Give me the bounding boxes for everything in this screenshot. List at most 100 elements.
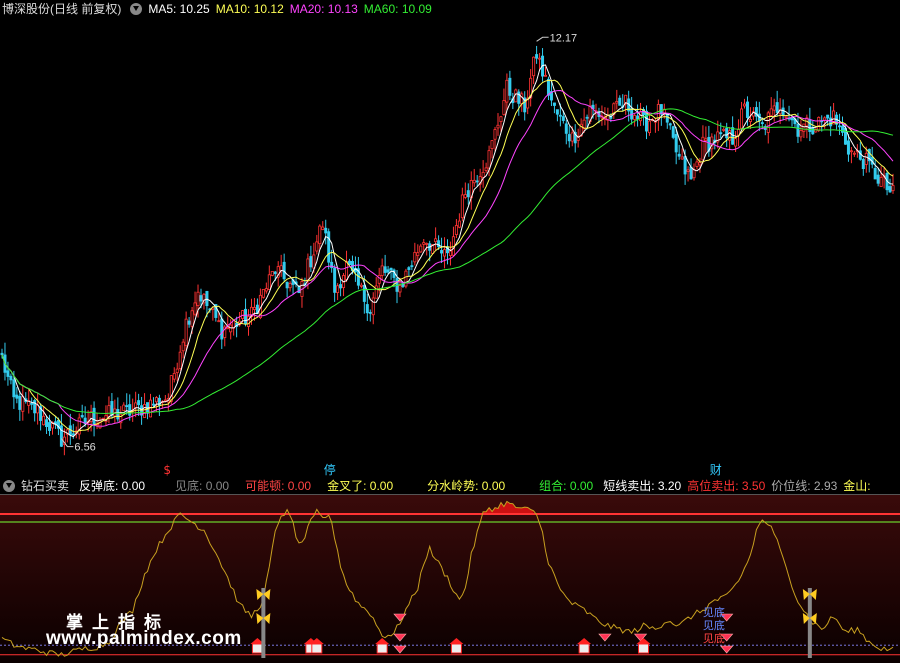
chevron-down-icon[interactable] [130,2,143,15]
candle-body [330,261,334,269]
candle-body [852,152,856,155]
indicator-item-6: 短线卖出: 3.20 [603,479,682,493]
candle-body [674,134,678,153]
candle-body [796,123,800,137]
candle-body [190,310,194,327]
indicator-title: 钻石买卖 [21,479,70,493]
candle-body [273,271,277,275]
candle-body [728,130,732,141]
candle-body [6,370,10,377]
candle-body [371,297,375,316]
candle-body [288,283,292,289]
candle-body [544,74,548,77]
candle-body [532,56,536,77]
ma5-label: MA5: 10.25 [148,1,210,16]
candle-body [187,320,191,325]
price-chart[interactable]: 12.17 6.56 $ 停 财 [0,17,900,477]
candle-body [42,415,46,426]
candle-body [128,404,132,416]
candle-body [677,153,681,157]
candle-body [229,324,233,333]
candle-body [184,318,188,347]
candle-body [879,177,883,187]
candle-body [499,116,503,123]
candle-body [743,103,747,107]
candle-body [475,180,479,183]
candle-body [841,125,845,133]
candle-body [689,166,693,180]
candle-body [71,433,75,436]
indicator-item-1: 见底: 0.00 [175,479,230,493]
chevron-down-icon[interactable] [3,479,15,492]
candle-body [784,115,788,118]
candle-body [92,407,96,425]
candle-body [419,245,423,253]
candle-body [163,399,167,402]
candle-body [175,368,179,374]
candle-body [546,78,550,96]
candle-body [766,112,770,133]
candle-body [297,286,301,294]
candle-body [98,419,102,429]
candle-body [407,267,411,270]
candle-body [876,174,880,184]
candle-body [644,110,648,132]
ma20-label: MA20: 10.13 [289,1,358,16]
candle-body [143,404,147,418]
candle-body [615,101,619,104]
candle-body [490,140,494,150]
house-icon-body [638,643,650,654]
candle-body [178,351,182,369]
candle-body [891,185,895,192]
candle-body [116,409,120,420]
candle-body [686,169,690,172]
candle-body [585,116,589,119]
candle-body [538,57,542,60]
watermark-url: www.palmindex.com [46,628,242,649]
candle-body [873,167,877,180]
candle-body [309,256,313,268]
candle-body [217,320,221,323]
candle-body [695,161,699,167]
candle-body [496,124,500,129]
signal-bar [807,588,812,658]
candle-body [244,308,248,325]
candle-body [460,194,464,219]
candle-body [558,114,562,117]
candle-body [247,315,251,327]
candle-body [181,341,185,352]
candle-body [861,159,865,170]
candle-body [636,115,640,120]
candle-body [799,130,803,138]
candle-body [404,270,408,287]
indicator-item-8: 价位线: 2.93 [771,479,838,493]
candle-body [380,265,384,276]
candle-body [745,101,749,118]
candle-body [386,269,390,273]
event-marker: $ [163,463,171,477]
candle-body [15,394,19,399]
candle-body [241,310,245,319]
candle-body [226,327,230,330]
candle-body [339,284,343,289]
candle-body [383,266,387,273]
candle-body [775,102,779,113]
candle-body [457,220,461,228]
candle-body [264,288,268,292]
candle-body [362,284,366,302]
annotation-leader [536,36,549,42]
candle-body [336,285,340,294]
candle-body [846,140,850,155]
candle-body [817,116,821,131]
candle-body [760,122,764,125]
candle-body [838,125,842,128]
candle-body [321,226,325,230]
candle-body [561,116,565,121]
indicator-item-4: 分水岭势: 0.00 [427,479,506,493]
candle-body [18,395,22,410]
indicator-legend-bar: 钻石买卖 反弹底: 0.00 见底: 0.00 可能顿: 0.00 金叉了: 0… [0,477,900,494]
candle-body [365,304,369,314]
candle-body [252,307,256,310]
candle-body [9,375,13,381]
candle-body [781,107,785,116]
